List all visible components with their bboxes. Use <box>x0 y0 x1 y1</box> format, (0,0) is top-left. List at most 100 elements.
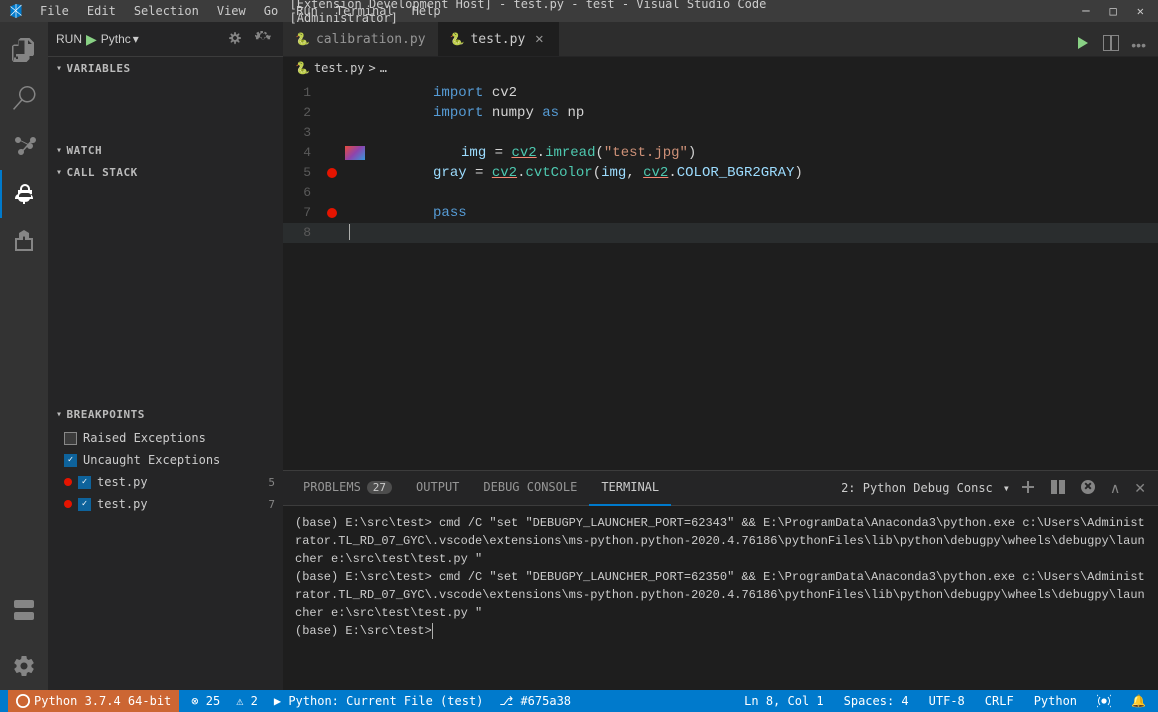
split-terminal-button[interactable] <box>1046 477 1070 500</box>
run-triangle-icon: ▶ <box>86 31 97 48</box>
variables-label: VARIABLES <box>67 62 131 75</box>
python-file-icon-2: 🐍 <box>450 32 465 46</box>
breakpoint-uncaught-exceptions[interactable]: Uncaught Exceptions <box>48 449 283 471</box>
problems-label: PROBLEMS <box>303 480 361 494</box>
activity-source-control[interactable] <box>0 122 48 170</box>
code-editor[interactable]: 1 import cv2 2 import numpy as np 3 <box>283 79 1158 470</box>
add-terminal-button[interactable] <box>1016 477 1040 500</box>
python-file-icon: 🐍 <box>295 32 310 46</box>
bp-test-5-checkbox[interactable] <box>78 476 91 489</box>
panel-area: PROBLEMS 27 OUTPUT DEBUG CONSOLE TERMINA… <box>283 470 1158 690</box>
watch-section: ▾ WATCH <box>48 139 283 161</box>
breakpoints-section: ▾ BREAKPOINTS Raised Exceptions Uncaught… <box>48 403 283 690</box>
panel-tab-debug-console[interactable]: DEBUG CONSOLE <box>471 471 589 506</box>
menu-selection[interactable]: Selection <box>126 2 207 20</box>
watch-section-header[interactable]: ▾ WATCH <box>48 139 283 161</box>
panel-tab-output[interactable]: OUTPUT <box>404 471 471 506</box>
terminal-line-3: (base) E:\src\test> <box>295 622 1146 640</box>
tab-test-py[interactable]: 🐍 test.py ✕ <box>438 22 560 56</box>
language-text: Python <box>1034 694 1077 708</box>
uncaught-exceptions-label: Uncaught Exceptions <box>83 453 220 467</box>
terminal-title: 2: Python Debug Consc <box>841 481 993 495</box>
close-button[interactable]: ✕ <box>1131 2 1150 20</box>
app-icon <box>8 3 24 19</box>
close-panel-button[interactable]: ✕ <box>1130 478 1150 499</box>
line-num-7: 7 <box>283 203 323 223</box>
status-git[interactable]: ⎇ #675a38 <box>495 694 575 708</box>
line-ending-text: CRLF <box>985 694 1014 708</box>
variables-section-header[interactable]: ▾ VARIABLES <box>48 57 283 79</box>
python-version: Python 3.7.4 64-bit <box>34 694 171 708</box>
raised-exceptions-checkbox[interactable] <box>64 432 77 445</box>
status-spaces[interactable]: Spaces: 4 <box>840 694 913 708</box>
maximize-panel-button[interactable]: ∧ <box>1106 478 1124 499</box>
window-title: [Extension Development Host] - test.py -… <box>290 0 869 25</box>
call-stack-section-header[interactable]: ▾ CALL STACK <box>48 161 283 183</box>
run-button[interactable]: RUN ▶ <box>56 31 97 48</box>
status-bar: Python 3.7.4 64-bit ⊗ 25 ⚠ 2 ▶ Python: C… <box>0 690 1158 712</box>
line-num-6: 6 <box>283 183 323 203</box>
activity-explorer[interactable] <box>0 26 48 74</box>
breadcrumb-path[interactable]: … <box>380 61 387 75</box>
activity-debug[interactable] <box>0 170 48 218</box>
status-warnings[interactable]: ⚠ 2 <box>232 694 262 708</box>
spaces-text: Spaces: 4 <box>844 694 909 708</box>
breakpoint-test-py-7[interactable]: test.py 7 <box>48 493 283 515</box>
output-label: OUTPUT <box>416 480 459 494</box>
activity-extensions[interactable] <box>0 218 48 266</box>
status-remote[interactable]: Python 3.7.4 64-bit <box>8 690 179 712</box>
activity-search[interactable] <box>0 74 48 122</box>
activity-settings[interactable] <box>0 642 48 690</box>
panel-tab-problems[interactable]: PROBLEMS 27 <box>291 471 404 506</box>
uncaught-exceptions-checkbox[interactable] <box>64 454 77 467</box>
menu-edit[interactable]: Edit <box>79 2 124 20</box>
status-debug[interactable]: ▶ Python: Current File (test) <box>270 694 488 708</box>
status-language[interactable]: Python <box>1030 694 1081 708</box>
status-line-col[interactable]: Ln 8, Col 1 <box>740 694 827 708</box>
status-errors[interactable]: ⊗ 25 <box>187 694 224 708</box>
status-encoding[interactable]: UTF-8 <box>925 694 969 708</box>
split-editor-button[interactable] <box>1099 33 1123 56</box>
chevron-down-icon: ▾ <box>133 32 139 46</box>
tab-calibration-py[interactable]: 🐍 calibration.py <box>283 22 438 56</box>
tab-test-label: test.py <box>470 32 525 47</box>
python-selector[interactable]: Pythc ▾ <box>101 32 139 46</box>
line-num-8: 8 <box>283 223 323 243</box>
status-remote-icon[interactable] <box>1093 694 1115 708</box>
kill-terminal-button[interactable] <box>1076 477 1100 500</box>
settings-icon-button[interactable] <box>223 28 247 51</box>
tab-calibration-label: calibration.py <box>316 32 426 47</box>
debug-label: ▶ Python: Current File (test) <box>274 694 484 708</box>
activity-remote[interactable] <box>0 586 48 634</box>
restart-icon-button[interactable] <box>251 28 275 51</box>
code-content-8 <box>341 223 350 243</box>
titlebar: File Edit Selection View Go Run Terminal… <box>0 0 1158 22</box>
breakpoint-dot-icon-2 <box>64 500 72 508</box>
run-editor-button[interactable] <box>1071 33 1095 56</box>
terminal-content[interactable]: (base) E:\src\test> cmd /C "set "DEBUGPY… <box>283 506 1158 690</box>
bp-gutter-5 <box>323 168 341 178</box>
menu-file[interactable]: File <box>32 2 77 20</box>
breakpoint-raised-exceptions[interactable]: Raised Exceptions <box>48 427 283 449</box>
maximize-button[interactable]: □ <box>1104 2 1123 20</box>
status-notifications[interactable]: 🔔 <box>1127 694 1150 708</box>
debug-console-label: DEBUG CONSOLE <box>483 480 577 494</box>
more-actions-button[interactable]: ••• <box>1127 35 1150 55</box>
minimize-button[interactable]: ─ <box>1076 2 1095 20</box>
problems-badge: 27 <box>367 481 392 494</box>
breadcrumb-file[interactable]: test.py <box>314 61 365 75</box>
menu-go[interactable]: Go <box>256 2 286 20</box>
terminal-line-2: (base) E:\src\test> cmd /C "set "DEBUGPY… <box>295 568 1146 622</box>
menu-view[interactable]: View <box>209 2 254 20</box>
error-count: ⊗ 25 <box>191 694 220 708</box>
warning-count: ⚠ 2 <box>236 694 258 708</box>
breakpoint-test-py-5[interactable]: test.py 5 <box>48 471 283 493</box>
status-right: Ln 8, Col 1 Spaces: 4 UTF-8 CRLF Python … <box>740 694 1150 708</box>
breakpoints-section-header[interactable]: ▾ BREAKPOINTS <box>48 403 283 425</box>
bp-test-7-checkbox[interactable] <box>78 498 91 511</box>
bell-icon: 🔔 <box>1131 694 1146 708</box>
activity-bar <box>0 22 48 690</box>
panel-tab-terminal[interactable]: TERMINAL <box>589 471 671 506</box>
close-tab-icon[interactable]: ✕ <box>531 31 547 47</box>
status-line-ending[interactable]: CRLF <box>981 694 1018 708</box>
